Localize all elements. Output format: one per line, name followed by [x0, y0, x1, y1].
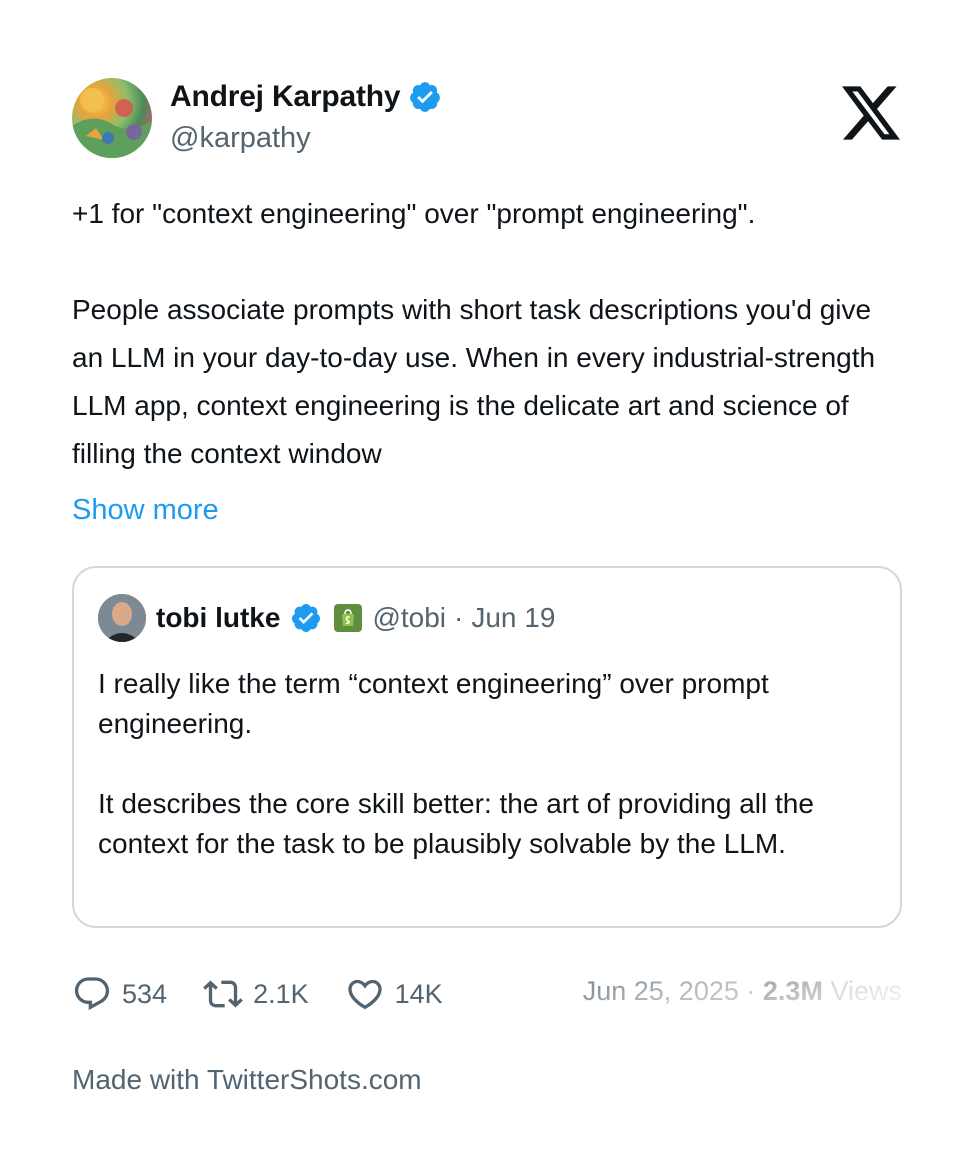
views-label: Views [830, 976, 902, 1006]
tweet-card: Andrej Karpathy @karpathy +1 for "contex… [0, 0, 974, 1174]
quoted-tweet-date[interactable]: Jun 19 [471, 602, 555, 634]
shopify-icon [334, 604, 363, 632]
quoted-author-name[interactable]: tobi lutke [156, 602, 280, 634]
reply-icon [74, 977, 110, 1011]
quoted-paragraph: I really like the term “context engineer… [98, 668, 769, 739]
retweet-icon [203, 980, 243, 1008]
like-count: 14K [394, 978, 443, 1009]
avatar-illustration [72, 88, 152, 158]
made-with-credit[interactable]: Made with TwitterShots.com [72, 1064, 422, 1096]
author-handle[interactable]: @karpathy [170, 122, 311, 155]
like-icon [347, 979, 382, 1010]
tweet-paragraph: People associate prompts with short task… [72, 294, 876, 469]
verified-badge-icon [410, 82, 441, 112]
tweet-text: +1 for "context engineering" over "promp… [72, 190, 902, 478]
quoted-avatar[interactable] [98, 594, 146, 642]
view-count: 2.3M [762, 976, 823, 1006]
retweet-count: 2.1K [253, 978, 309, 1009]
quoted-paragraph: It describes the core skill better: the … [98, 788, 814, 859]
quoted-avatar-image [98, 594, 146, 642]
quoted-author-handle[interactable]: @tobi [372, 602, 446, 634]
quoted-tweet-text: I really like the term “context engineer… [98, 664, 888, 864]
tweet-date[interactable]: Jun 25, 2025 [583, 976, 739, 1006]
verified-badge-icon [292, 604, 321, 632]
tweet-meta: Jun 25, 2025 · 2.3M Views [583, 976, 902, 1007]
reply-count: 534 [122, 978, 168, 1009]
quoted-tweet[interactable]: tobi lutke @tobi · Jun 19 I really like … [72, 566, 902, 928]
like-button[interactable]: 14K [345, 974, 443, 1014]
show-more-link[interactable]: Show more [72, 494, 219, 527]
quoted-tweet-header: tobi lutke @tobi · Jun 19 [98, 594, 555, 642]
reply-button[interactable]: 534 [72, 974, 167, 1014]
separator-dot: · [454, 602, 464, 633]
separator-dot: · [746, 976, 756, 1006]
x-logo-icon[interactable] [842, 86, 900, 140]
tweet-metrics: 534 2.1K 14K Jun 25, 2025 · 2.3M Views [72, 972, 902, 1016]
retweet-button[interactable]: 2.1K [203, 974, 309, 1014]
tweet-paragraph: +1 for "context engineering" over "promp… [72, 198, 756, 229]
avatar[interactable] [72, 78, 152, 158]
tweet-header: Andrej Karpathy @karpathy [72, 78, 902, 158]
author-name[interactable]: Andrej Karpathy [170, 80, 401, 114]
